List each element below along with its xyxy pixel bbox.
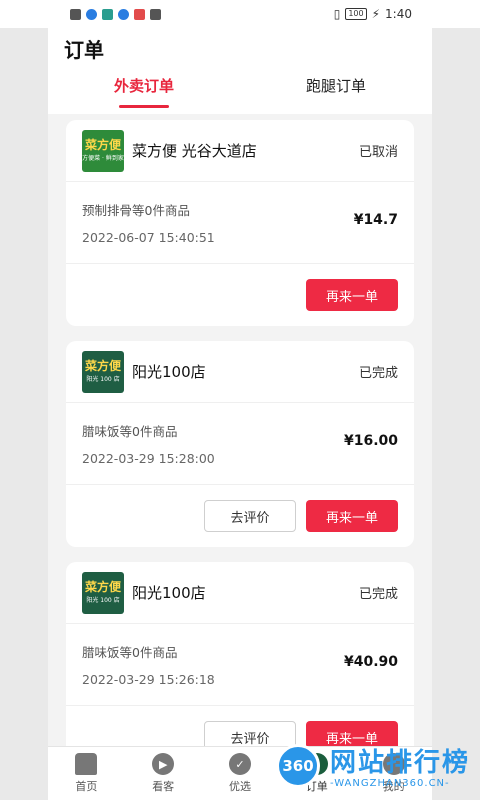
shop-logo-subtext: 方便菜 · 鲜到家	[82, 155, 124, 162]
order-icon	[305, 753, 328, 775]
app-icon	[102, 8, 113, 20]
order-items: 腊味饭等0件商品	[82, 424, 178, 439]
nav-item-mine[interactable]: 我的	[355, 747, 432, 800]
nav-label: 首页	[75, 780, 98, 793]
shop-logo-text: 菜方便	[84, 580, 121, 594]
tab-errand-orders[interactable]: 跑腿订单	[240, 72, 432, 114]
check-icon: ✓	[228, 753, 251, 775]
vibrate-icon: ▯	[333, 7, 341, 21]
order-card-actions: 去评价 再来一单	[66, 706, 414, 746]
order-card-actions: 去评价 再来一单	[66, 485, 414, 547]
page-header: 订单 外卖订单 跑腿订单	[48, 28, 432, 114]
page-title: 订单	[64, 38, 104, 62]
clock: 1:40	[385, 7, 412, 21]
nav-label: 优选	[228, 780, 251, 793]
shop-logo-subtext: 阳光 100 店	[86, 376, 120, 383]
order-card-body[interactable]: 预制排骨等0件商品 2022-06-07 15:40:51 ¥14.7	[66, 182, 414, 264]
order-price: ¥16.00	[343, 433, 398, 449]
reorder-button[interactable]: 再来一单	[306, 721, 398, 746]
order-list[interactable]: 菜方便 方便菜 · 鲜到家 菜方便 光谷大道店 已取消 预制排骨等0件商品 20…	[48, 114, 432, 746]
order-card[interactable]: 菜方便 阳光 100 店 阳光100店 已完成 腊味饭等0件商品 2022-03…	[66, 341, 414, 547]
reorder-button[interactable]: 再来一单	[306, 500, 398, 532]
review-button[interactable]: 去评价	[204, 721, 296, 746]
status-icons-left	[70, 8, 161, 20]
user-icon	[382, 753, 405, 775]
order-status: 已完成	[358, 366, 398, 381]
tab-takeout-orders[interactable]: 外卖订单	[48, 72, 240, 114]
order-card-actions: 再来一单	[66, 264, 414, 326]
order-price: ¥14.7	[353, 212, 398, 228]
message-icon	[134, 8, 145, 20]
notification-icon	[70, 8, 81, 20]
shop-name[interactable]: 阳光100店	[132, 361, 359, 382]
shop-logo: 菜方便 阳光 100 店	[82, 571, 124, 614]
nav-label: 看客	[152, 780, 175, 793]
home-icon	[75, 753, 98, 775]
shop-name[interactable]: 阳光100店	[132, 582, 359, 603]
nav-item-orders[interactable]: 订单	[278, 747, 355, 800]
review-button[interactable]: 去评价	[204, 500, 296, 532]
bottom-nav: 首页 ▶ 看客 ✓ 优选 订单 我的	[48, 746, 432, 800]
order-card-body[interactable]: 腊味饭等0件商品 2022-03-29 15:28:00 ¥16.00	[66, 403, 414, 485]
shop-logo-text: 菜方便	[84, 359, 121, 373]
order-tabs: 外卖订单 跑腿订单	[48, 72, 432, 114]
play-icon: ▶	[152, 753, 175, 775]
wifi-icon	[86, 8, 97, 20]
order-card-body[interactable]: 腊味饭等0件商品 2022-03-29 15:26:18 ¥40.90	[66, 624, 414, 706]
nav-item-selected[interactable]: ✓ 优选	[202, 747, 279, 800]
order-items: 预制排骨等0件商品	[82, 203, 190, 218]
battery-icon: 100	[345, 8, 367, 20]
order-card-header: 菜方便 阳光 100 店 阳光100店 已完成	[66, 562, 414, 624]
order-time: 2022-03-29 15:28:00	[82, 451, 215, 466]
shop-logo-text: 菜方便	[84, 138, 121, 152]
status-icons-right: ▯ 100 ⚡ 1:40	[334, 7, 412, 21]
shop-logo: 菜方便 阳光 100 店	[82, 350, 124, 393]
order-items: 腊味饭等0件商品	[82, 645, 178, 660]
charging-icon: ⚡	[371, 7, 381, 21]
search-app-icon	[118, 8, 129, 20]
order-price: ¥40.90	[343, 654, 398, 670]
order-card[interactable]: 菜方便 阳光 100 店 阳光100店 已完成 腊味饭等0件商品 2022-03…	[66, 562, 414, 746]
upload-icon	[150, 8, 161, 20]
order-time: 2022-06-07 15:40:51	[82, 230, 215, 245]
order-card-header: 菜方便 阳光 100 店 阳光100店 已完成	[66, 341, 414, 403]
order-status: 已取消	[358, 145, 398, 160]
order-card[interactable]: 菜方便 方便菜 · 鲜到家 菜方便 光谷大道店 已取消 预制排骨等0件商品 20…	[66, 120, 414, 326]
nav-item-watch[interactable]: ▶ 看客	[125, 747, 202, 800]
nav-label: 订单	[305, 780, 328, 793]
status-bar: ▯ 100 ⚡ 1:40	[0, 0, 480, 28]
nav-item-home[interactable]: 首页	[48, 747, 125, 800]
order-status: 已完成	[358, 587, 398, 602]
shop-logo-subtext: 阳光 100 店	[86, 597, 120, 604]
reorder-button[interactable]: 再来一单	[306, 279, 398, 311]
order-time: 2022-03-29 15:26:18	[82, 672, 215, 687]
shop-name[interactable]: 菜方便 光谷大道店	[132, 140, 359, 161]
order-card-header: 菜方便 方便菜 · 鲜到家 菜方便 光谷大道店 已取消	[66, 120, 414, 182]
nav-label: 我的	[382, 780, 405, 793]
shop-logo: 菜方便 方便菜 · 鲜到家	[82, 129, 124, 172]
